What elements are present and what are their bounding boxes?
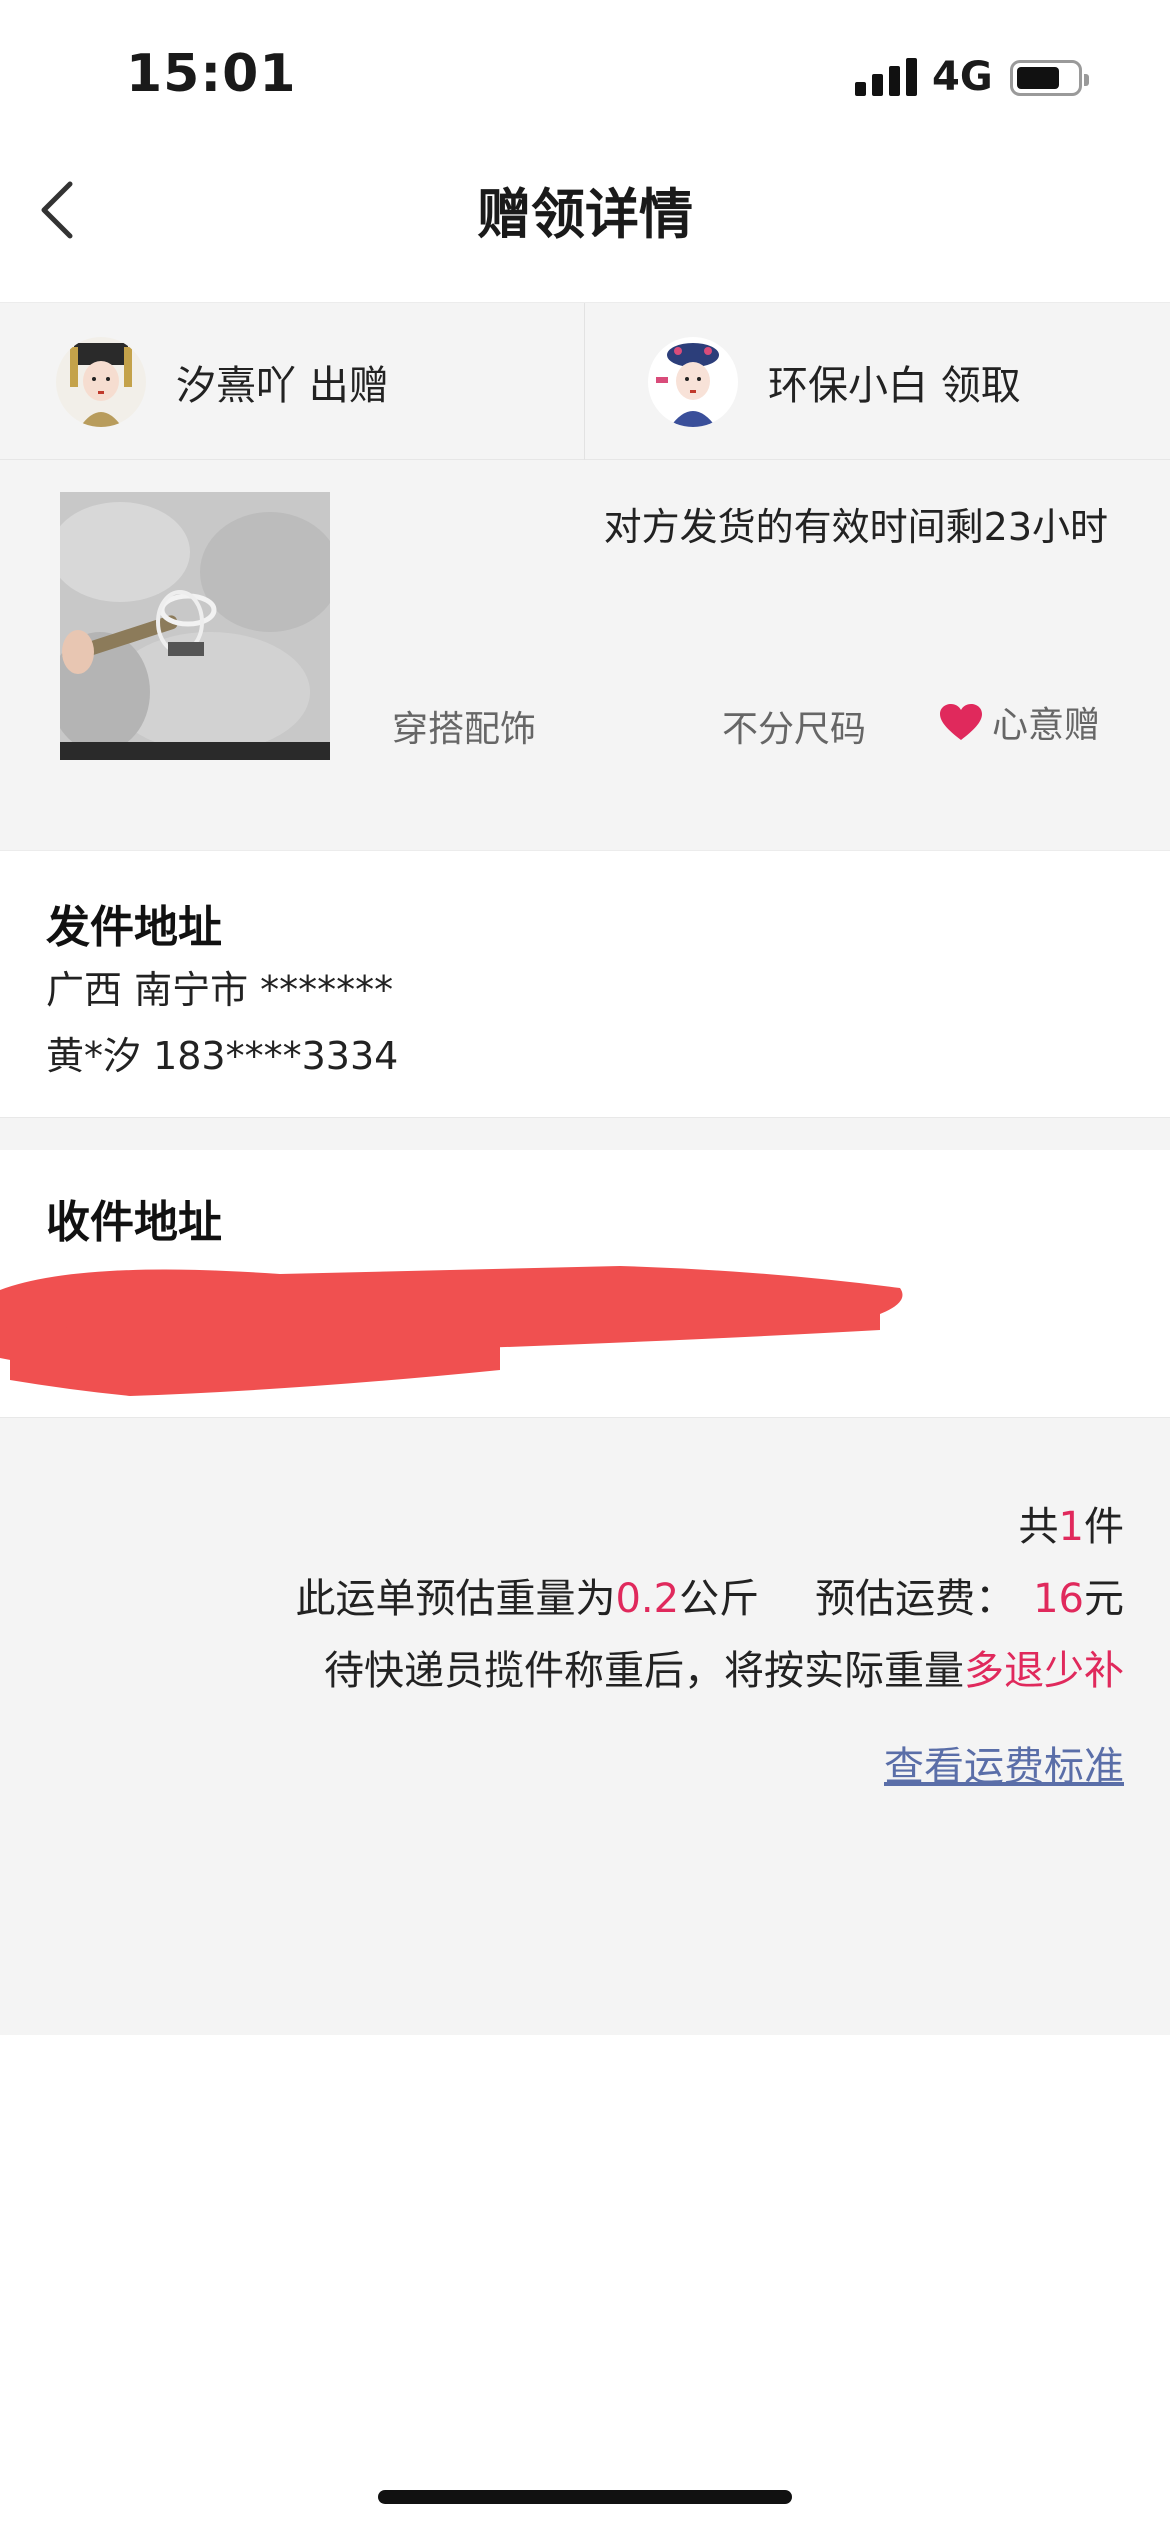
signal-icon	[855, 58, 917, 96]
giver-name: 汐熹吖	[176, 363, 296, 409]
item-count: 共1件	[1019, 1494, 1124, 1552]
giver-role: 出赠	[308, 363, 389, 409]
item-count-value: 1	[1058, 1504, 1084, 1550]
section-gap	[0, 1118, 1170, 1150]
giver-avatar	[56, 337, 146, 427]
weight-note: 待快递员揽件称重后，将按实际重量多退少补	[324, 1638, 1124, 1696]
sender-address-section: 发件地址 广西 南宁市 ******* 黄*汐 183****3334	[0, 850, 1170, 1118]
shipping-info: 共1件 此运单预估重量为0.2公斤 预估运费： 16元 待快递员揽件称重后，将按实际…	[0, 1418, 1170, 2035]
gift-type-label: 心意赠	[992, 705, 1101, 746]
sender-address-title: 发件地址	[46, 902, 222, 953]
weight-unit: 公斤	[679, 1576, 760, 1622]
page-title: 赠领详情	[477, 183, 693, 246]
fee-unit: 元	[1084, 1576, 1124, 1622]
divider	[584, 303, 585, 461]
gift-type-badge: 心意赠	[938, 696, 1100, 748]
note-highlight: 多退少补	[964, 1648, 1124, 1694]
network-type: 4G	[932, 54, 993, 100]
receiver-role: 领取	[940, 363, 1021, 409]
weight-and-fee: 此运单预估重量为0.2公斤 预估运费： 16元	[295, 1566, 1124, 1624]
giver-user[interactable]: 汐熹吖 出赠	[56, 303, 389, 461]
item-photo[interactable]	[60, 492, 330, 760]
weight-value: 0.2	[615, 1576, 680, 1622]
weight-prefix: 此运单预估重量为	[295, 1576, 616, 1622]
item-card[interactable]: 对方发货的有效时间剩23小时 穿搭配饰 不分尺码 心意赠	[0, 460, 1170, 850]
item-count-prefix: 共	[1018, 1504, 1059, 1550]
gift-parties: 汐熹吖 出赠 环保小白 领取	[0, 302, 1170, 461]
fee-value: 16	[1033, 1576, 1084, 1622]
status-time: 15:01	[126, 44, 297, 104]
sender-contact: 黄*汐 183****3334	[46, 1034, 399, 1078]
item-size: 不分尺码	[722, 709, 867, 750]
battery-icon	[1010, 60, 1089, 96]
item-count-suffix: 件	[1084, 1504, 1124, 1550]
home-indicator[interactable]	[378, 2490, 792, 2504]
receiver-avatar	[648, 337, 738, 427]
note-prefix: 待快递员揽件称重后，将按实际重量	[324, 1648, 964, 1694]
receiver-label: 环保小白 领取	[768, 353, 1021, 411]
nav-bar: 赠领详情	[0, 150, 1170, 300]
sender-region: 广西 南宁市 *******	[46, 968, 394, 1012]
redaction-mark	[0, 1266, 903, 1396]
status-bar: 15:01 4G	[0, 0, 1170, 150]
delivery-deadline: 对方发货的有效时间剩23小时	[603, 505, 1108, 549]
giver-label: 汐熹吖 出赠	[176, 353, 389, 411]
fee-standard-link[interactable]: 查看运费标准	[884, 1734, 1124, 1792]
heart-icon	[940, 704, 982, 740]
receiver-address-section: 收件地址 Ein	[0, 1150, 1170, 1418]
fee-label: 预估运费：	[815, 1576, 1016, 1622]
receiver-user[interactable]: 环保小白 领取	[648, 303, 1021, 461]
receiver-name: 环保小白	[768, 363, 928, 409]
item-category: 穿搭配饰	[392, 709, 537, 750]
